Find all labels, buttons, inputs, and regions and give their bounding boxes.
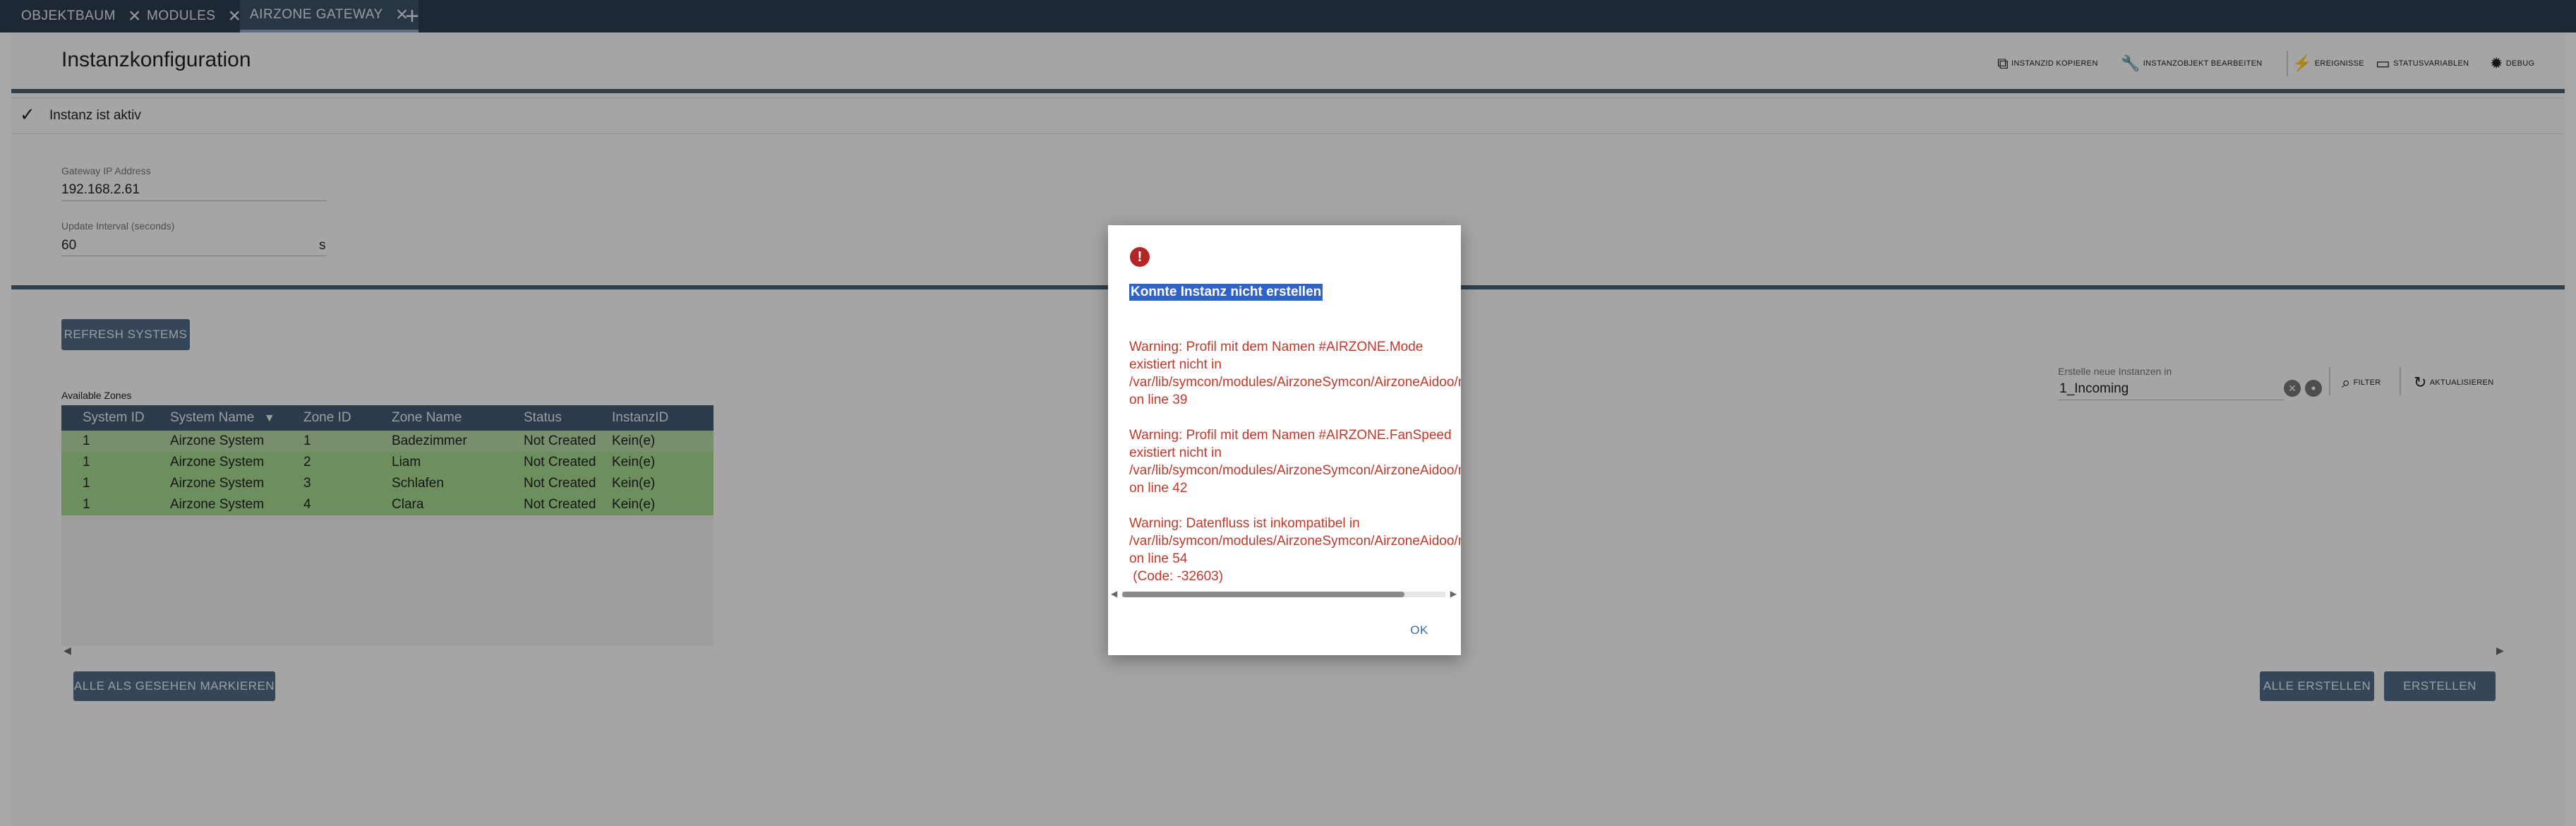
dialog-title: Konnte Instanz nicht erstellen	[1129, 284, 1323, 301]
error-icon: !	[1130, 247, 1150, 267]
dialog-message: Warning: Profil mit dem Namen #AIRZONE.M…	[1129, 338, 1461, 589]
scroll-left-arrow-icon[interactable]: ◀	[1111, 589, 1117, 599]
ok-button[interactable]: OK	[1400, 618, 1438, 643]
warning-message: Warning: Profil mit dem Namen #AIRZONE.F…	[1129, 428, 1461, 496]
scrollbar-thumb[interactable]	[1122, 592, 1404, 597]
scroll-right-arrow-icon[interactable]: ▶	[1450, 589, 1457, 599]
warning-message: Warning: Profil mit dem Namen #AIRZONE.M…	[1129, 340, 1461, 407]
horizontal-scrollbar[interactable]: ◀ ▶	[1111, 589, 1457, 599]
error-dialog: ! Konnte Instanz nicht erstellen Warning…	[1108, 225, 1461, 655]
warning-message: Warning: Datenfluss ist inkompatibel in …	[1129, 516, 1461, 584]
